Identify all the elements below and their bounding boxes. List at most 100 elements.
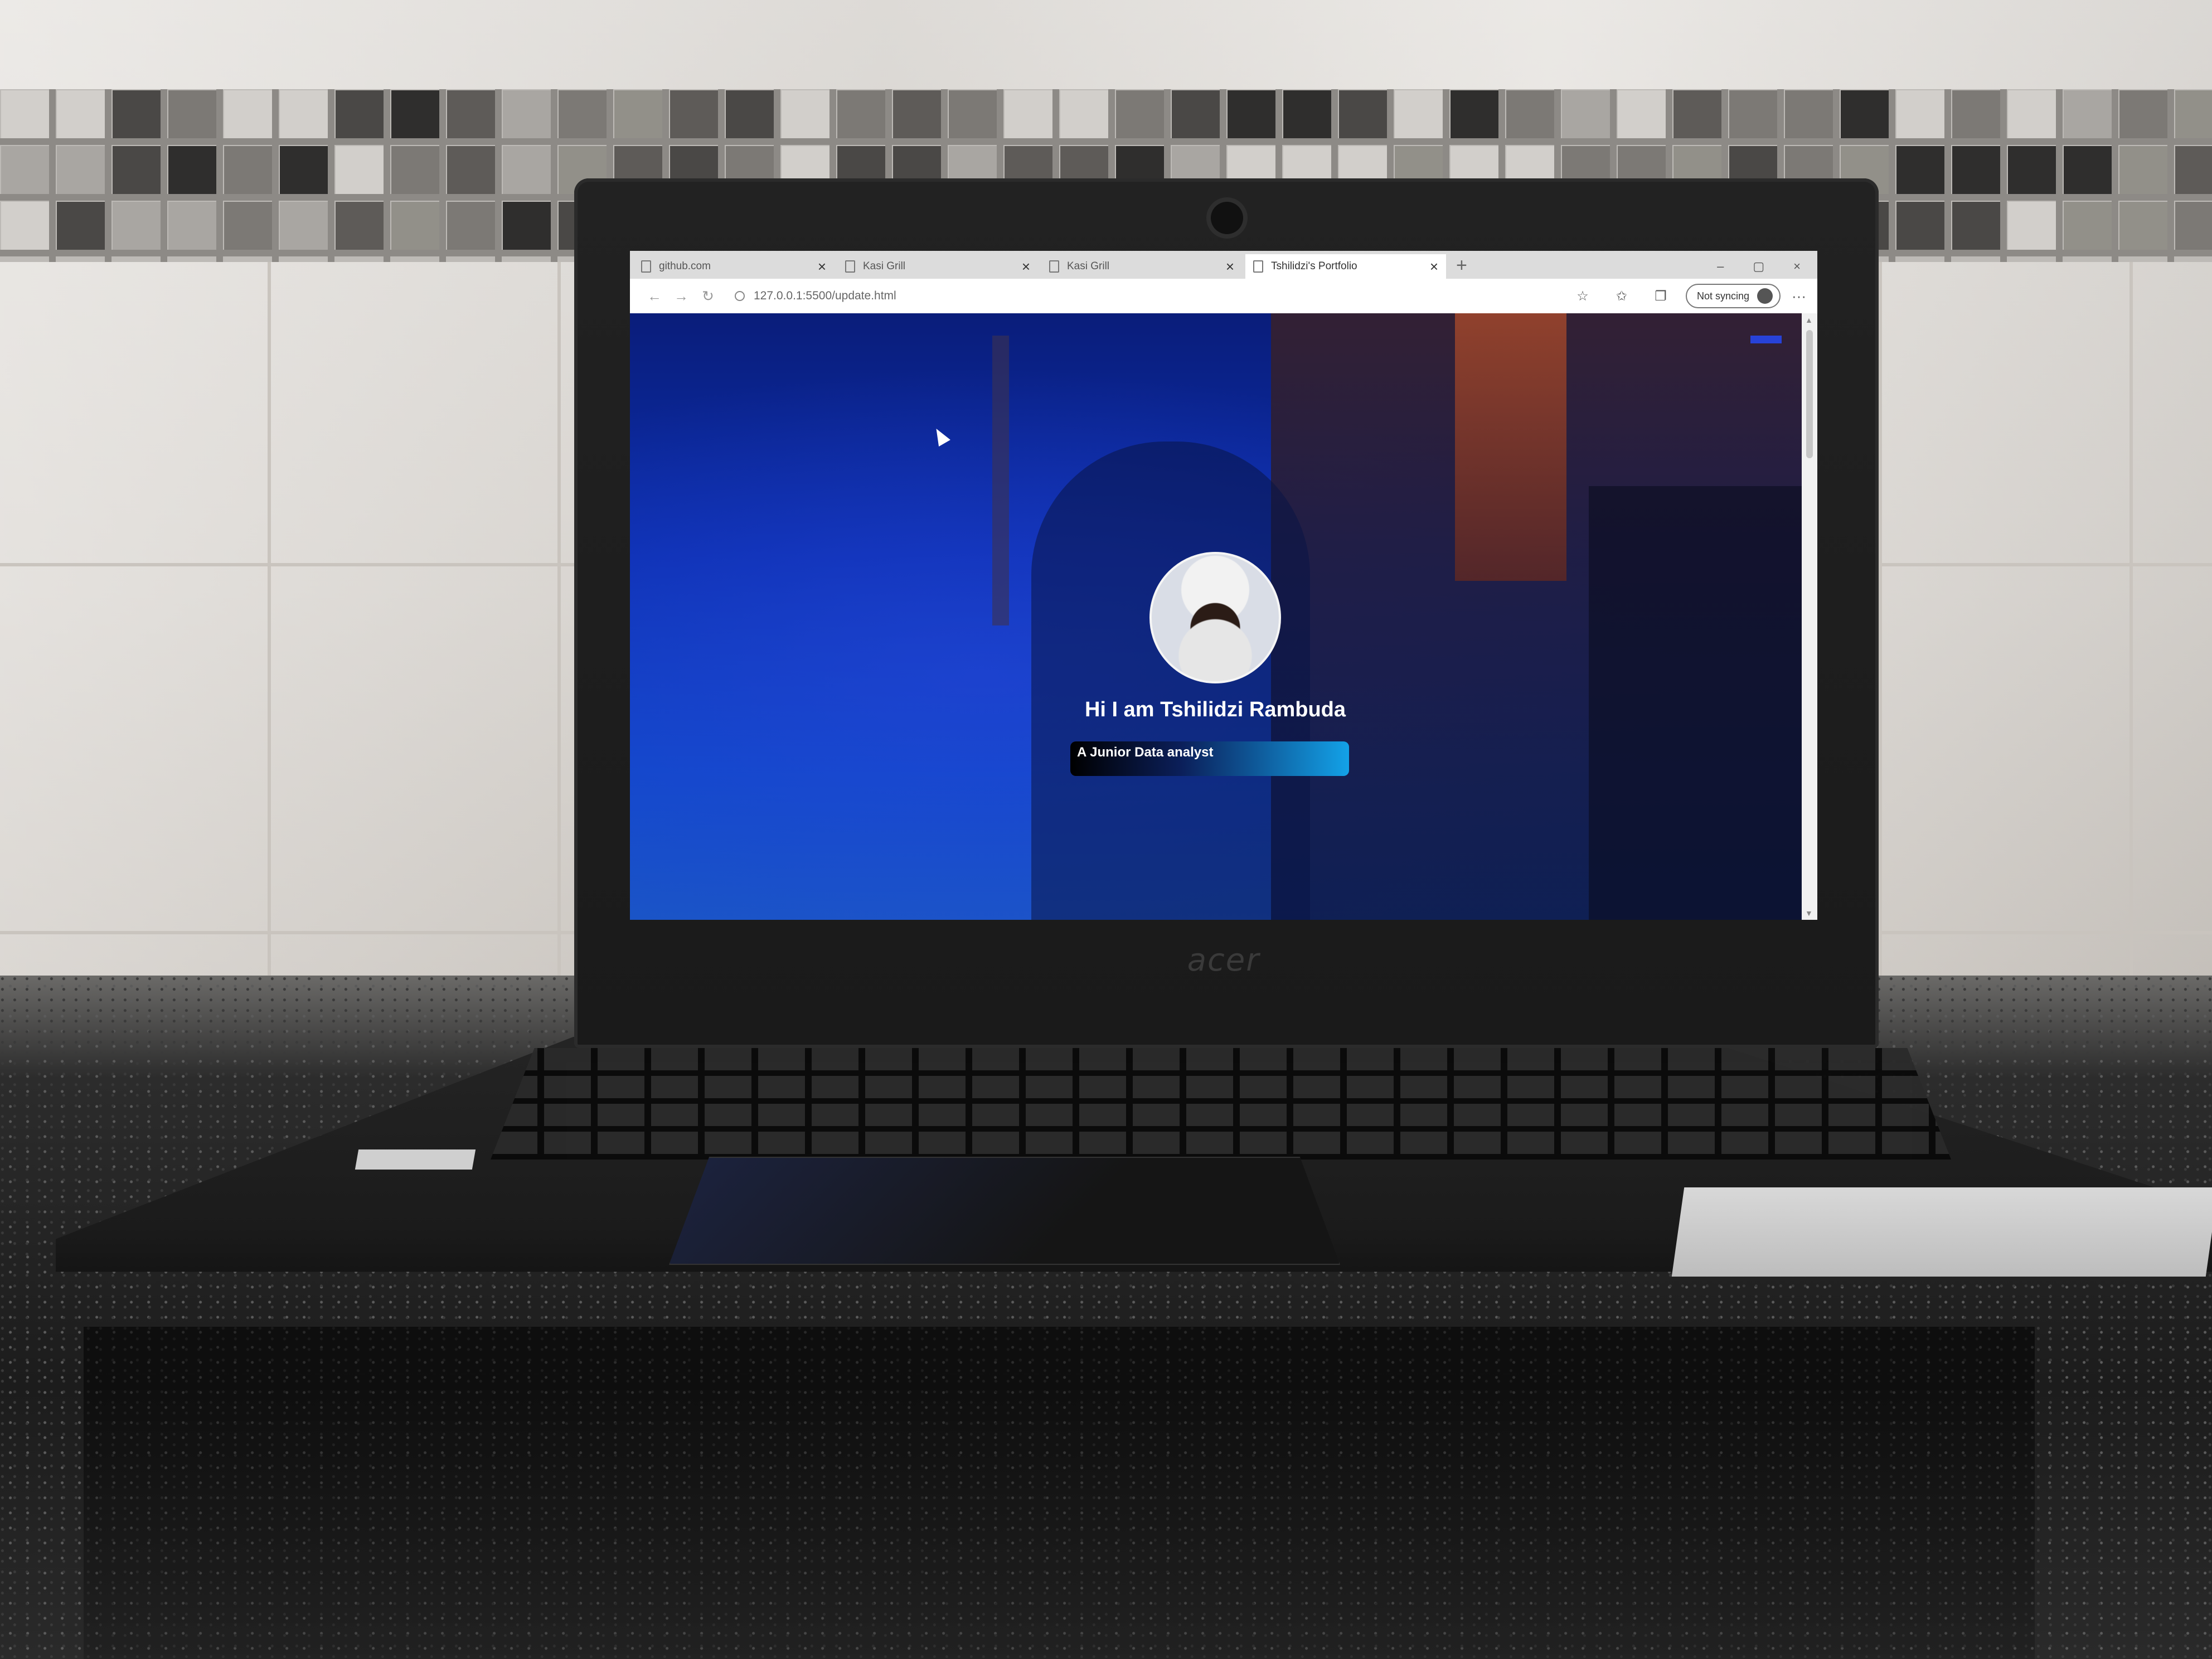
tile-grout (268, 262, 271, 981)
mosaic-tile (168, 90, 216, 138)
countertop-reflection (84, 1327, 2035, 1659)
browser-tab[interactable]: Kasi Grill × (1041, 254, 1242, 279)
close-icon[interactable]: × (1022, 258, 1030, 275)
favorites-icon[interactable]: ✩ (1602, 288, 1641, 304)
mosaic-tile (670, 90, 718, 138)
tab-title: Tshilidzi's Portfolio (1271, 260, 1357, 272)
close-icon[interactable]: × (1226, 258, 1234, 275)
info-icon[interactable] (735, 291, 745, 301)
mosaic-tile (391, 146, 439, 194)
mosaic-tile (1841, 90, 1889, 138)
webcam-icon (1211, 202, 1243, 234)
mosaic-tile (336, 146, 384, 194)
new-tab-button[interactable]: + (1456, 255, 1467, 276)
page-icon (641, 260, 651, 273)
mosaic-tile (1, 90, 49, 138)
touchpad (669, 1157, 1340, 1265)
scroll-down-icon[interactable]: ▼ (1805, 909, 1813, 918)
more-menu-icon[interactable]: ··· (1792, 288, 1806, 305)
tile-grout (2129, 262, 2133, 981)
close-icon[interactable]: × (1430, 258, 1438, 275)
mosaic-tile (447, 202, 495, 250)
mosaic-tile (893, 90, 941, 138)
mosaic-tile (2119, 146, 2167, 194)
close-window-button[interactable]: × (1793, 259, 1801, 274)
mosaic-tile (503, 90, 551, 138)
mosaic-tile (1228, 90, 1275, 138)
page-icon (1253, 260, 1263, 273)
mosaic-tile (224, 202, 272, 250)
favorite-star-icon[interactable]: ☆ (1563, 288, 1602, 304)
maximize-button[interactable]: ▢ (1753, 259, 1764, 274)
mosaic-tile (280, 202, 328, 250)
mosaic-tile (447, 90, 495, 138)
nav-marker (1750, 336, 1782, 343)
mosaic-tile (1116, 90, 1164, 138)
mosaic-tile (391, 202, 439, 250)
page-icon (1049, 260, 1059, 273)
mosaic-tile (1283, 90, 1331, 138)
mosaic-tile (113, 90, 161, 138)
mosaic-tile (336, 202, 384, 250)
mosaic-tile (559, 90, 607, 138)
vertical-scrollbar[interactable]: ▲ ▼ (1802, 313, 1817, 920)
forward-icon[interactable]: → (668, 288, 695, 305)
mosaic-tile (1896, 146, 1944, 194)
mosaic-tile (1785, 90, 1833, 138)
mosaic-tile (1172, 90, 1220, 138)
browser-tab-active[interactable]: Tshilidzi's Portfolio × (1245, 254, 1446, 279)
profile-avatar (1149, 552, 1281, 683)
video-background-door (992, 336, 1009, 625)
mosaic-tile (2175, 90, 2212, 138)
tab-title: github.com (659, 260, 711, 272)
mosaic-tile (1, 146, 49, 194)
mosaic-tile (1673, 90, 1721, 138)
mosaic-tile (1506, 90, 1554, 138)
browser-tab-bar: github.com × Kasi Grill × Kasi Grill × T… (630, 251, 1817, 279)
back-icon[interactable]: ← (641, 288, 668, 305)
tab-title: Kasi Grill (1067, 260, 1110, 272)
scroll-thumb[interactable] (1806, 330, 1813, 458)
mosaic-tile (113, 146, 161, 194)
laptop-screen: github.com × Kasi Grill × Kasi Grill × T… (630, 251, 1817, 920)
mosaic-tile (1, 202, 49, 250)
mosaic-tile (1952, 90, 2000, 138)
mosaic-tile (2175, 202, 2212, 250)
minimize-button[interactable]: – (1717, 259, 1724, 274)
url-text: 127.0.0.1:5500/update.html (754, 289, 896, 302)
profile-icon (1757, 288, 1773, 304)
cursor-icon (930, 425, 950, 447)
mosaic-tile (1451, 90, 1498, 138)
close-icon[interactable]: × (818, 258, 826, 275)
mosaic-tile (1952, 146, 2000, 194)
page-icon (845, 260, 855, 273)
collections-icon[interactable]: ❐ (1641, 288, 1680, 304)
video-background-person (1031, 442, 1310, 920)
mosaic-tile (949, 90, 997, 138)
mosaic-tile (336, 90, 384, 138)
refresh-icon[interactable]: ↻ (695, 288, 721, 305)
browser-tab[interactable]: github.com × (633, 254, 834, 279)
mosaic-tile (57, 90, 105, 138)
browser-tab[interactable]: Kasi Grill × (837, 254, 1038, 279)
mosaic-tile (1952, 202, 2000, 250)
mosaic-tile (782, 90, 830, 138)
mosaic-tile (2119, 202, 2167, 250)
mosaic-tile (2119, 90, 2167, 138)
mosaic-tile (503, 202, 551, 250)
mosaic-tile (113, 202, 161, 250)
sync-button[interactable]: Not syncing (1685, 284, 1781, 308)
url-field[interactable]: 127.0.0.1:5500/update.html (735, 289, 1563, 303)
laptop-brand-logo: acer (1187, 942, 1260, 978)
mosaic-tile (168, 146, 216, 194)
tile-grout (557, 262, 561, 981)
mosaic-tile (726, 90, 774, 138)
mosaic-tile (2064, 202, 2112, 250)
mosaic-tile (1896, 202, 1944, 250)
scroll-up-icon[interactable]: ▲ (1805, 316, 1813, 324)
sync-label: Not syncing (1696, 290, 1750, 302)
mosaic-tile (391, 90, 439, 138)
mosaic-tile (57, 202, 105, 250)
mosaic-tile (224, 90, 272, 138)
mosaic-tile (1060, 90, 1108, 138)
